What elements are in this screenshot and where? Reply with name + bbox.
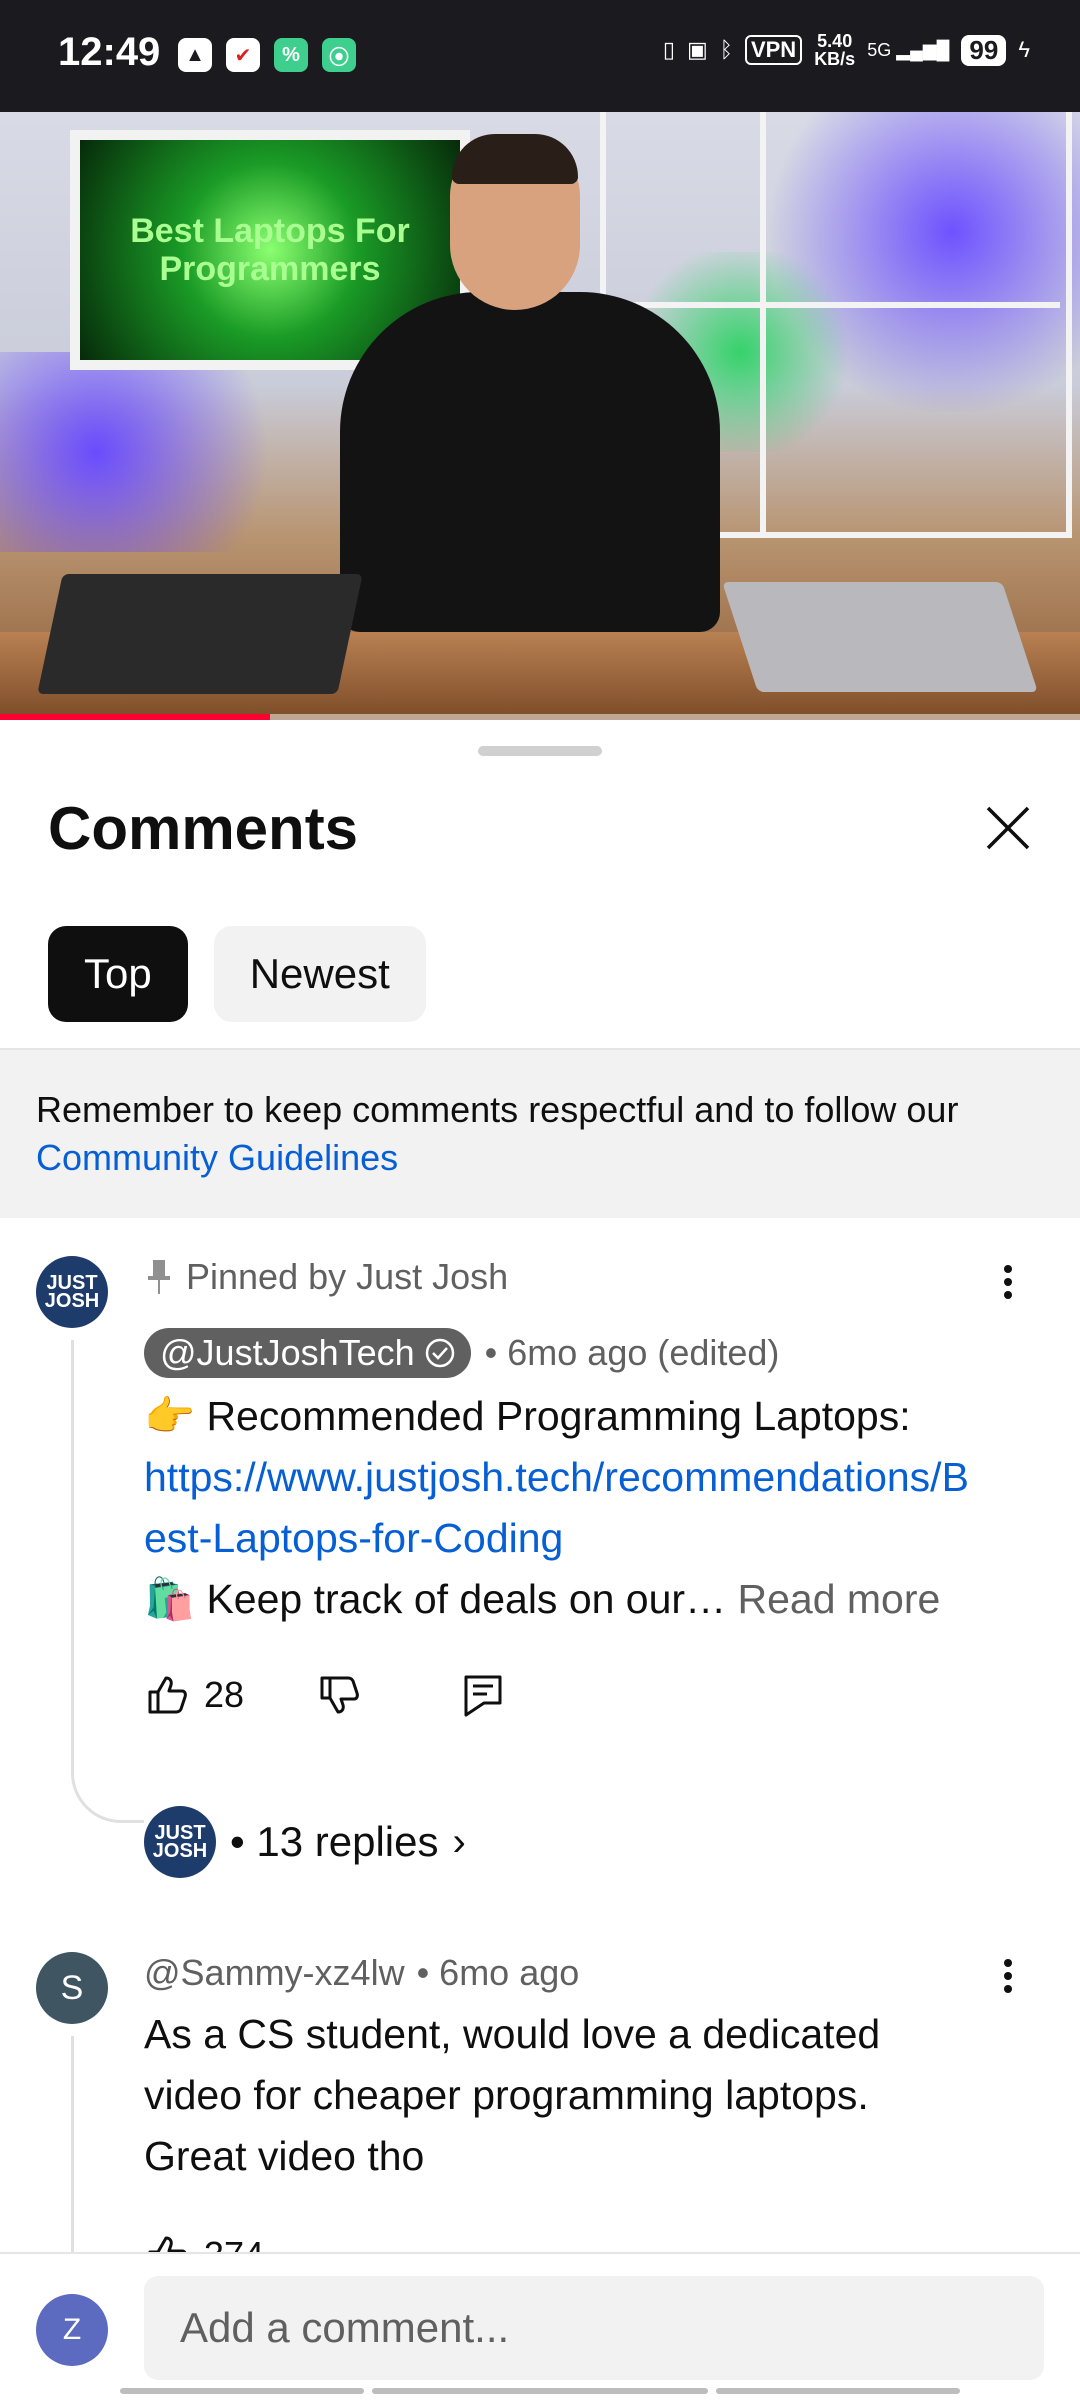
thread-line bbox=[71, 2036, 74, 2256]
comments-sheet: Comments Top Newest Remember to keep com… bbox=[0, 720, 1080, 2400]
user-avatar[interactable]: Z bbox=[36, 2294, 108, 2366]
more-options-icon[interactable] bbox=[1002, 1260, 1014, 1304]
reply-avatar: JUST JOSH bbox=[144, 1806, 216, 1878]
nav-indicator bbox=[372, 2388, 708, 2394]
video-player[interactable]: Best Laptops For Programmers bbox=[0, 112, 1080, 720]
percent-app-icon: % bbox=[274, 38, 308, 72]
sort-tabs: Top Newest bbox=[48, 926, 426, 1022]
pin-icon bbox=[148, 1260, 170, 1294]
close-icon[interactable] bbox=[980, 800, 1036, 856]
like-icon[interactable] bbox=[144, 1672, 190, 1718]
laptops-link[interactable]: https://www.justjosh.tech/recommendation… bbox=[144, 1447, 974, 1569]
bluetooth-icon: ᛒ bbox=[719, 37, 733, 62]
read-more-link[interactable]: Read more bbox=[737, 1576, 940, 1622]
tab-newest[interactable]: Newest bbox=[213, 926, 426, 1022]
laptop-left bbox=[37, 574, 363, 694]
comment-body: 👉 Recommended Programming Laptops: https… bbox=[144, 1386, 974, 1630]
sheet-title: Comments bbox=[48, 795, 359, 862]
vibrate-icon: ▯ bbox=[662, 37, 675, 62]
more-options-icon[interactable] bbox=[1002, 1954, 1014, 1998]
avatar[interactable]: JUST JOSH bbox=[36, 1256, 108, 1328]
add-comment-bar: Z Add a comment... bbox=[0, 2252, 1080, 2402]
verified-icon bbox=[425, 1338, 454, 1368]
hotspot-app-icon: ⦿ bbox=[322, 38, 356, 72]
pinned-label: Pinned by Just Josh bbox=[144, 1256, 508, 1298]
replies-count: • 13 replies bbox=[230, 1818, 439, 1865]
signal-icon: 5G ▂▄▆█ bbox=[867, 39, 950, 60]
network-speed: 5.40 KB/s bbox=[814, 31, 856, 69]
comment-header: @Sammy-xz4lw • 6mo ago bbox=[144, 1952, 579, 1994]
notice-text: Remember to keep comments respectful and… bbox=[36, 1089, 959, 1130]
replies-button[interactable]: JUST JOSH • 13 replies › bbox=[144, 1806, 466, 1878]
vpn-badge: VPN bbox=[744, 35, 803, 65]
check-app-icon: ✔ bbox=[226, 38, 260, 72]
chevron-right-icon: › bbox=[452, 1819, 466, 1864]
profile-icon: ▣ bbox=[686, 37, 708, 62]
nav-indicator bbox=[716, 2388, 960, 2394]
nav-indicator bbox=[120, 2388, 364, 2394]
guidelines-notice: Remember to keep comments respectful and… bbox=[0, 1050, 1080, 1218]
system-icons: ▯ ▣ ᛒ VPN 5.40 KB/s 5G ▂▄▆█ 99 ϟ bbox=[663, 32, 1030, 68]
comment-time: • 6mo ago (edited) bbox=[484, 1332, 780, 1373]
status-bar: 12:49 ▲ ✔ % ⦿ ▯ ▣ ᛒ VPN 5.40 KB/s 5G ▂▄▆█… bbox=[0, 0, 1080, 112]
comment-body: As a CS student, would love a dedicated … bbox=[144, 2011, 881, 2179]
community-guidelines-link[interactable]: Community Guidelines bbox=[36, 1137, 398, 1178]
notification-icons: ▲ ✔ % ⦿ bbox=[178, 38, 356, 72]
charging-icon: ϟ bbox=[1018, 37, 1030, 62]
add-comment-input[interactable]: Add a comment... bbox=[144, 2276, 1044, 2380]
author-handle[interactable]: @JustJoshTech bbox=[144, 1328, 471, 1378]
like-count: 28 bbox=[204, 1674, 245, 1715]
drag-handle[interactable] bbox=[478, 746, 602, 756]
comment-actions: 28 bbox=[144, 1672, 504, 1718]
clock: 12:49 bbox=[58, 30, 161, 74]
presenter bbox=[340, 292, 720, 632]
comment-header: @JustJoshTech • 6mo ago (edited) bbox=[144, 1328, 779, 1378]
avatar[interactable]: S bbox=[36, 1952, 108, 2024]
comment-line: 🛍️ Keep track of deals on our… bbox=[144, 1576, 727, 1622]
comment-time: • 6mo ago bbox=[416, 1952, 580, 1993]
cat-app-icon: ▲ bbox=[178, 38, 212, 72]
dislike-icon[interactable] bbox=[316, 1672, 362, 1718]
laptop-right bbox=[722, 582, 1038, 692]
thread-line bbox=[71, 1340, 144, 1823]
tab-top[interactable]: Top bbox=[48, 926, 188, 1022]
battery-level: 99 bbox=[961, 34, 1007, 66]
reply-icon[interactable] bbox=[462, 1673, 504, 1717]
comment-line: 👉 Recommended Programming Laptops: bbox=[144, 1393, 911, 1439]
author-handle[interactable]: @Sammy-xz4lw bbox=[144, 1952, 405, 1994]
